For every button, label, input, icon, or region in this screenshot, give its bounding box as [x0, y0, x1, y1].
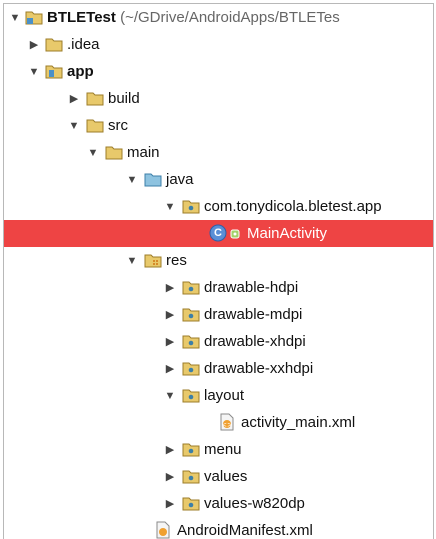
expanded-arrow-icon[interactable]: ▼ — [86, 139, 100, 166]
collapsed-arrow-icon[interactable]: ▶ — [67, 85, 81, 112]
root-name: BTLETest — [47, 9, 116, 26]
expanded-arrow-icon[interactable]: ▼ — [125, 247, 139, 274]
package-icon — [182, 359, 200, 377]
tree-item-label: drawable-xhdpi — [204, 333, 306, 350]
package-icon — [182, 467, 200, 485]
source-folder-icon — [144, 170, 162, 188]
collapsed-arrow-icon[interactable]: ▶ — [163, 490, 177, 517]
tree-item-label: menu — [204, 441, 242, 458]
expanded-arrow-icon[interactable]: ▼ — [27, 58, 41, 85]
collapsed-arrow-icon[interactable]: ▶ — [163, 301, 177, 328]
package-icon — [182, 278, 200, 296]
resources-folder-icon — [144, 251, 162, 269]
collapsed-arrow-icon[interactable]: ▶ — [163, 328, 177, 355]
package-icon — [182, 332, 200, 350]
tree-item-label: drawable-hdpi — [204, 279, 299, 296]
collapsed-arrow-icon[interactable]: ▶ — [163, 463, 177, 490]
package-icon — [182, 494, 200, 512]
package-icon — [182, 197, 200, 215]
expanded-arrow-icon[interactable]: ▼ — [163, 382, 177, 409]
tree-item-label: MainActivity — [247, 225, 328, 242]
tree-item-label: AndroidManifest.xml — [177, 522, 313, 539]
svg-text:<>: <> — [221, 421, 233, 429]
tree-item-label: build — [108, 90, 140, 107]
tree-item-activity-main-xml[interactable]: <> activity_main.xml — [4, 409, 433, 436]
tree-item-label: layout — [204, 387, 245, 404]
xml-file-icon: <> — [218, 413, 236, 431]
package-icon — [182, 440, 200, 458]
tree-item-label: main — [127, 144, 160, 161]
tree-item-label: values-w820dp — [204, 495, 305, 512]
tree-item-idea[interactable]: ▶ .idea — [4, 31, 433, 58]
tree-item-label: java — [166, 171, 194, 188]
folder-icon — [86, 116, 104, 134]
tree-item-values-w820dp[interactable]: ▶ values-w820dp — [4, 490, 433, 517]
tree-item-app[interactable]: ▼ app — [4, 58, 433, 85]
folder-icon — [45, 35, 63, 53]
tree-item-drawable-mdpi[interactable]: ▶ drawable-mdpi — [4, 301, 433, 328]
tree-item-label: BTLETest (~/GDrive/AndroidApps/BTLETes — [47, 4, 340, 31]
package-icon — [182, 305, 200, 323]
tree-item-drawable-xxhdpi[interactable]: ▶ drawable-xxhdpi — [4, 355, 433, 382]
collapsed-arrow-icon[interactable]: ▶ — [27, 31, 41, 58]
package-icon — [182, 386, 200, 404]
tree-item-btletest[interactable]: ▼ BTLETest (~/GDrive/AndroidApps/BTLETes — [4, 4, 433, 31]
tree-item-label: com.tonydicola.bletest.app — [204, 198, 382, 215]
tree-item-drawable-xhdpi[interactable]: ▶ drawable-xhdpi — [4, 328, 433, 355]
tree-item-label: activity_main.xml — [241, 414, 356, 431]
folder-icon — [105, 143, 123, 161]
class-badge: C — [214, 227, 222, 239]
tree-item-menu[interactable]: ▶ menu — [4, 436, 433, 463]
collapsed-arrow-icon[interactable]: ▶ — [163, 436, 177, 463]
tree-item-label: drawable-xxhdpi — [204, 360, 314, 377]
tree-item-res[interactable]: ▼ res — [4, 247, 433, 274]
tree-item-androidmanifest-xml[interactable]: AndroidManifest.xml — [4, 517, 433, 539]
tree-item-label: .idea — [67, 36, 100, 53]
expanded-arrow-icon[interactable]: ▼ — [125, 166, 139, 193]
expanded-arrow-icon[interactable]: ▼ — [8, 4, 22, 31]
project-tree: ▼ BTLETest (~/GDrive/AndroidApps/BTLETes… — [3, 3, 434, 539]
expanded-arrow-icon[interactable]: ▼ — [163, 193, 177, 220]
tree-item-main[interactable]: ▼ main — [4, 139, 433, 166]
tree-item-java[interactable]: ▼ java — [4, 166, 433, 193]
xml-file-icon — [154, 521, 172, 539]
tree-item-build[interactable]: ▶ build — [4, 85, 433, 112]
class-icon: C — [209, 224, 227, 242]
tree-item-label: values — [204, 468, 248, 485]
android-activity-icon — [229, 224, 241, 242]
tree-item-drawable-hdpi[interactable]: ▶ drawable-hdpi — [4, 274, 433, 301]
tree-item-mainactivity[interactable]: C MainActivity — [4, 220, 433, 247]
tree-item-label: app — [67, 63, 94, 80]
root-path: (~/GDrive/AndroidApps/BTLETes — [115, 9, 340, 26]
tree-item-package[interactable]: ▼ com.tonydicola.bletest.app — [4, 193, 433, 220]
tree-item-values[interactable]: ▶ values — [4, 463, 433, 490]
project-folder-icon — [25, 8, 43, 26]
tree-item-label: drawable-mdpi — [204, 306, 303, 323]
folder-icon — [86, 89, 104, 107]
tree-item-label: res — [166, 252, 187, 269]
tree-item-layout[interactable]: ▼ layout — [4, 382, 433, 409]
tree-item-label: src — [108, 117, 128, 134]
tree-item-src[interactable]: ▼ src — [4, 112, 433, 139]
module-folder-icon — [45, 62, 63, 80]
collapsed-arrow-icon[interactable]: ▶ — [163, 274, 177, 301]
collapsed-arrow-icon[interactable]: ▶ — [163, 355, 177, 382]
expanded-arrow-icon[interactable]: ▼ — [67, 112, 81, 139]
